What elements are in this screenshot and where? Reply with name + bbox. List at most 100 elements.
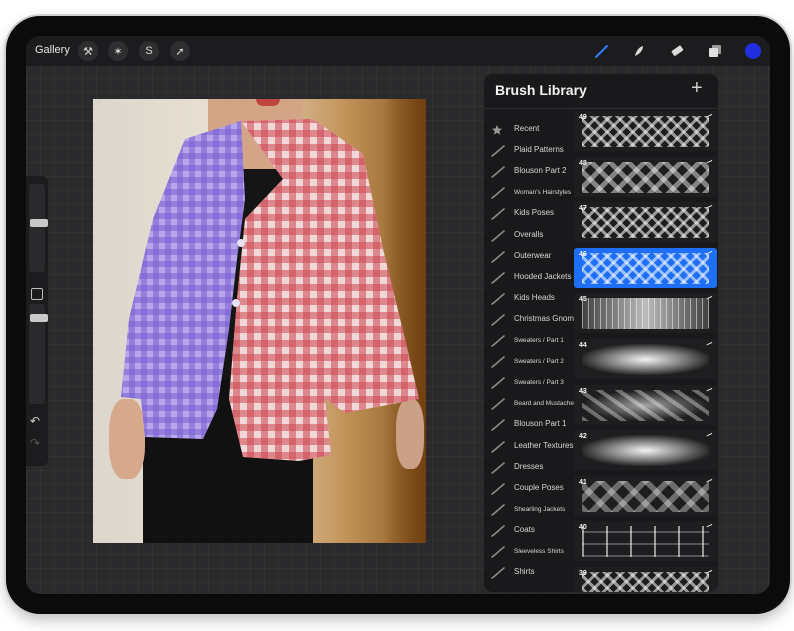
brush-item[interactable]: 40 xyxy=(574,521,717,562)
brush-set-label: Shirts xyxy=(514,567,535,577)
brush-set-item[interactable]: Hooded Jackets xyxy=(484,267,576,288)
color-picker-swatch[interactable] xyxy=(745,43,761,59)
jacket-button xyxy=(232,299,240,307)
selection-icon[interactable]: S xyxy=(139,41,159,61)
figure-lips xyxy=(256,99,280,106)
brush-set-icon xyxy=(491,503,505,516)
brush-stroke-preview xyxy=(582,298,709,330)
brush-icon[interactable] xyxy=(592,41,612,61)
opacity-thumb[interactable] xyxy=(30,314,48,322)
brush-set-icon xyxy=(491,186,505,200)
brush-flag-icon xyxy=(706,296,714,303)
brush-set-label: Sweaters / Part 1 xyxy=(514,337,564,344)
brush-set-item[interactable]: Christmas Gnome xyxy=(484,309,579,330)
brush-flag-icon xyxy=(706,478,714,485)
brush-flag-icon xyxy=(706,524,714,531)
brush-set-label: Outerwear xyxy=(514,250,552,260)
brush-set-label: Plaid Patterns xyxy=(514,145,564,155)
brush-stroke-preview xyxy=(582,480,709,512)
brush-item[interactable]: 48 xyxy=(574,156,717,197)
brush-set-item[interactable]: Leather Textures xyxy=(484,436,576,457)
brush-set-icon xyxy=(491,165,505,178)
brush-number: 49 xyxy=(579,114,587,121)
brush-item[interactable]: 42 xyxy=(574,430,717,471)
add-brush-set-button[interactable]: + xyxy=(691,77,703,100)
brush-flag-icon xyxy=(706,387,714,394)
smudge-icon[interactable] xyxy=(629,41,649,61)
modifier-button[interactable] xyxy=(31,288,43,300)
brush-set-item[interactable]: Dresses xyxy=(484,457,576,478)
brush-set-item[interactable]: Blouson Part 2 xyxy=(484,161,576,182)
brush-item[interactable]: 39 xyxy=(574,567,717,592)
brush-number: 48 xyxy=(579,159,587,167)
brush-size-thumb[interactable] xyxy=(30,219,48,227)
brush-item[interactable]: 47 xyxy=(574,202,717,243)
brush-set-label: Blouson Part 2 xyxy=(514,166,567,176)
brush-item[interactable]: 43 xyxy=(574,384,717,425)
brush-stroke-preview xyxy=(582,572,709,592)
brush-number: 47 xyxy=(579,205,587,213)
brush-stroke-preview xyxy=(582,116,709,147)
brush-stroke-preview xyxy=(582,435,709,467)
brush-number: 43 xyxy=(579,387,587,395)
brush-set-label: Christmas Gnome xyxy=(514,313,579,323)
brush-set-item[interactable]: Coats xyxy=(484,520,576,541)
brush-set-icon xyxy=(491,229,505,242)
brush-set-item[interactable]: Plaid Patterns xyxy=(484,140,576,161)
brush-item[interactable]: 44 xyxy=(574,339,717,379)
brush-set-item[interactable]: Sweaters / Part 3 xyxy=(484,372,576,393)
brush-set-item[interactable]: Blouson Part 1 xyxy=(484,414,576,435)
brush-set-item[interactable]: Kids Poses xyxy=(484,203,576,224)
brush-set-item[interactable]: Sweaters / Part 1 xyxy=(484,330,576,351)
brush-set-icon xyxy=(491,524,505,537)
brush-set-label: Sleeveless Shirts xyxy=(514,548,564,555)
brush-set-label: Couple Poses xyxy=(514,482,564,492)
brush-set-label: Recent xyxy=(514,124,540,133)
procreate-screen: Gallery ⚒ ✶ S ➚ ↶ ↷ Brush Library + Rece… xyxy=(26,36,770,594)
brush-stroke-preview xyxy=(582,252,709,284)
eraser-icon[interactable] xyxy=(667,41,687,61)
brush-set-label: Overalls xyxy=(514,229,544,239)
brush-set-item[interactable]: Shirts xyxy=(484,562,576,583)
brush-flag-icon xyxy=(706,205,714,212)
gallery-button[interactable]: Gallery xyxy=(35,44,70,56)
brush-set-icon xyxy=(491,334,505,347)
brush-set-item[interactable]: Woman's Hairstyles xyxy=(484,182,576,203)
brush-flag-icon xyxy=(706,569,714,577)
adjustments-wand-icon[interactable]: ✶ xyxy=(108,41,128,61)
brush-number: 46 xyxy=(579,250,587,258)
brush-set-icon xyxy=(491,461,505,474)
brush-set-label: Sweaters / Part 2 xyxy=(514,358,564,366)
brush-item[interactable]: 49 xyxy=(574,111,717,151)
brush-item[interactable]: 45 xyxy=(574,293,717,334)
undo-icon[interactable]: ↶ xyxy=(30,414,40,428)
brush-set-item[interactable]: Couple Poses xyxy=(484,478,576,499)
brush-set-item[interactable]: Outerwear xyxy=(484,246,576,267)
opacity-slider[interactable] xyxy=(29,304,48,404)
brush-set-item[interactable]: Kids Heads xyxy=(484,288,576,309)
left-sidebar: ↶ ↷ xyxy=(26,176,48,466)
brush-item-selected[interactable]: 46 xyxy=(574,247,717,288)
brush-set-item[interactable]: Overalls xyxy=(484,225,576,246)
brush-flag-icon xyxy=(706,433,714,440)
brush-flag-icon xyxy=(706,250,714,257)
redo-icon[interactable]: ↷ xyxy=(30,436,40,450)
brush-set-item[interactable]: Sleeveless Shirts xyxy=(484,541,576,562)
brush-stroke-preview xyxy=(582,207,709,239)
brush-set-item[interactable]: Beard and Mustache xyxy=(484,393,576,414)
brush-number: 42 xyxy=(579,433,587,441)
brush-size-slider[interactable] xyxy=(29,184,48,272)
brush-set-icon xyxy=(491,313,505,326)
layers-icon[interactable] xyxy=(705,41,725,61)
brush-set-icon xyxy=(491,376,505,389)
brush-library-title: Brush Library xyxy=(495,82,587,98)
brush-set-item[interactable]: Sweaters / Part 2 xyxy=(484,351,576,372)
transform-arrow-icon[interactable]: ➚ xyxy=(170,41,190,61)
actions-wrench-icon[interactable]: ⚒ xyxy=(78,41,98,61)
brush-flag-icon xyxy=(706,113,714,121)
brush-set-item[interactable]: Recent xyxy=(484,119,576,140)
brush-set-label: Leather Textures xyxy=(514,440,574,450)
artwork-canvas[interactable] xyxy=(93,99,426,543)
brush-set-item[interactable]: Shearling Jackets xyxy=(484,499,576,520)
brush-item[interactable]: 41 xyxy=(574,475,717,516)
